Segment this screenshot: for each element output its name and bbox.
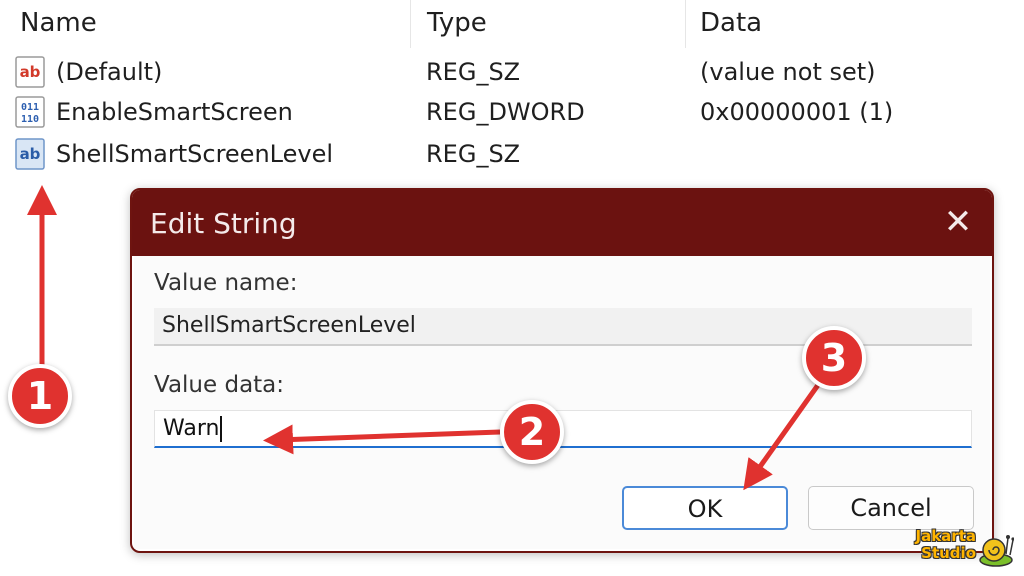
column-header-data[interactable]: Data bbox=[685, 0, 1024, 48]
row-type: REG_DWORD bbox=[426, 98, 585, 126]
registry-row-enablesmartscreen[interactable]: 011 110 EnableSmartScreen REG_DWORD 0x00… bbox=[0, 92, 1024, 132]
dialog-titlebar[interactable]: Edit String ✕ bbox=[132, 190, 992, 256]
value-data-label: Value data: bbox=[154, 372, 285, 398]
watermark-line-1: Jakarta bbox=[915, 527, 977, 545]
watermark-line-2: Studio bbox=[921, 544, 976, 562]
value-name-label: Value name: bbox=[154, 270, 298, 296]
value-data-text: Warn bbox=[163, 416, 220, 441]
step-badge-3: 3 bbox=[802, 326, 866, 390]
jakarta-studio-watermark: Jakarta Studio bbox=[896, 528, 1014, 570]
watermark-text: Jakarta Studio bbox=[896, 527, 977, 562]
value-name-text: ShellSmartScreenLevel bbox=[162, 313, 416, 338]
cancel-button[interactable]: Cancel bbox=[808, 486, 974, 530]
snail-mascot-icon bbox=[979, 535, 1014, 567]
close-button[interactable]: ✕ bbox=[938, 202, 978, 242]
row-data: 0x00000001 (1) bbox=[700, 98, 894, 126]
svg-text:ab: ab bbox=[20, 145, 41, 163]
svg-text:011: 011 bbox=[21, 102, 39, 113]
column-header-type[interactable]: Type bbox=[410, 0, 685, 48]
row-type: REG_SZ bbox=[426, 140, 521, 168]
close-icon: ✕ bbox=[943, 202, 973, 242]
row-name: EnableSmartScreen bbox=[56, 98, 293, 126]
row-type: REG_SZ bbox=[426, 58, 521, 86]
ok-button[interactable]: OK bbox=[622, 486, 788, 530]
list-header: Name Type Data bbox=[0, 0, 1024, 48]
row-data: (value not set) bbox=[700, 58, 876, 86]
registry-row-shellsmartscreenlevel[interactable]: ab ShellSmartScreenLevel REG_SZ bbox=[0, 134, 1024, 174]
text-caret bbox=[220, 416, 223, 442]
dialog-title: Edit String bbox=[150, 207, 297, 240]
string-value-icon: ab bbox=[15, 56, 45, 88]
binary-value-icon: 011 110 bbox=[15, 96, 45, 128]
column-header-name[interactable]: Name bbox=[0, 0, 410, 48]
row-name: ShellSmartScreenLevel bbox=[56, 140, 334, 168]
registry-row-default[interactable]: ab (Default) REG_SZ (value not set) bbox=[0, 52, 1024, 92]
row-name: (Default) bbox=[56, 58, 163, 86]
svg-text:110: 110 bbox=[21, 114, 39, 125]
step-badge-1: 1 bbox=[8, 364, 72, 428]
step-badge-2: 2 bbox=[500, 400, 564, 464]
svg-text:ab: ab bbox=[20, 63, 41, 81]
dialog-body: Value name: ShellSmartScreenLevel Value … bbox=[134, 256, 990, 549]
edit-string-dialog: Edit String ✕ Value name: ShellSmartScre… bbox=[130, 188, 994, 553]
string-value-icon: ab bbox=[15, 138, 45, 170]
